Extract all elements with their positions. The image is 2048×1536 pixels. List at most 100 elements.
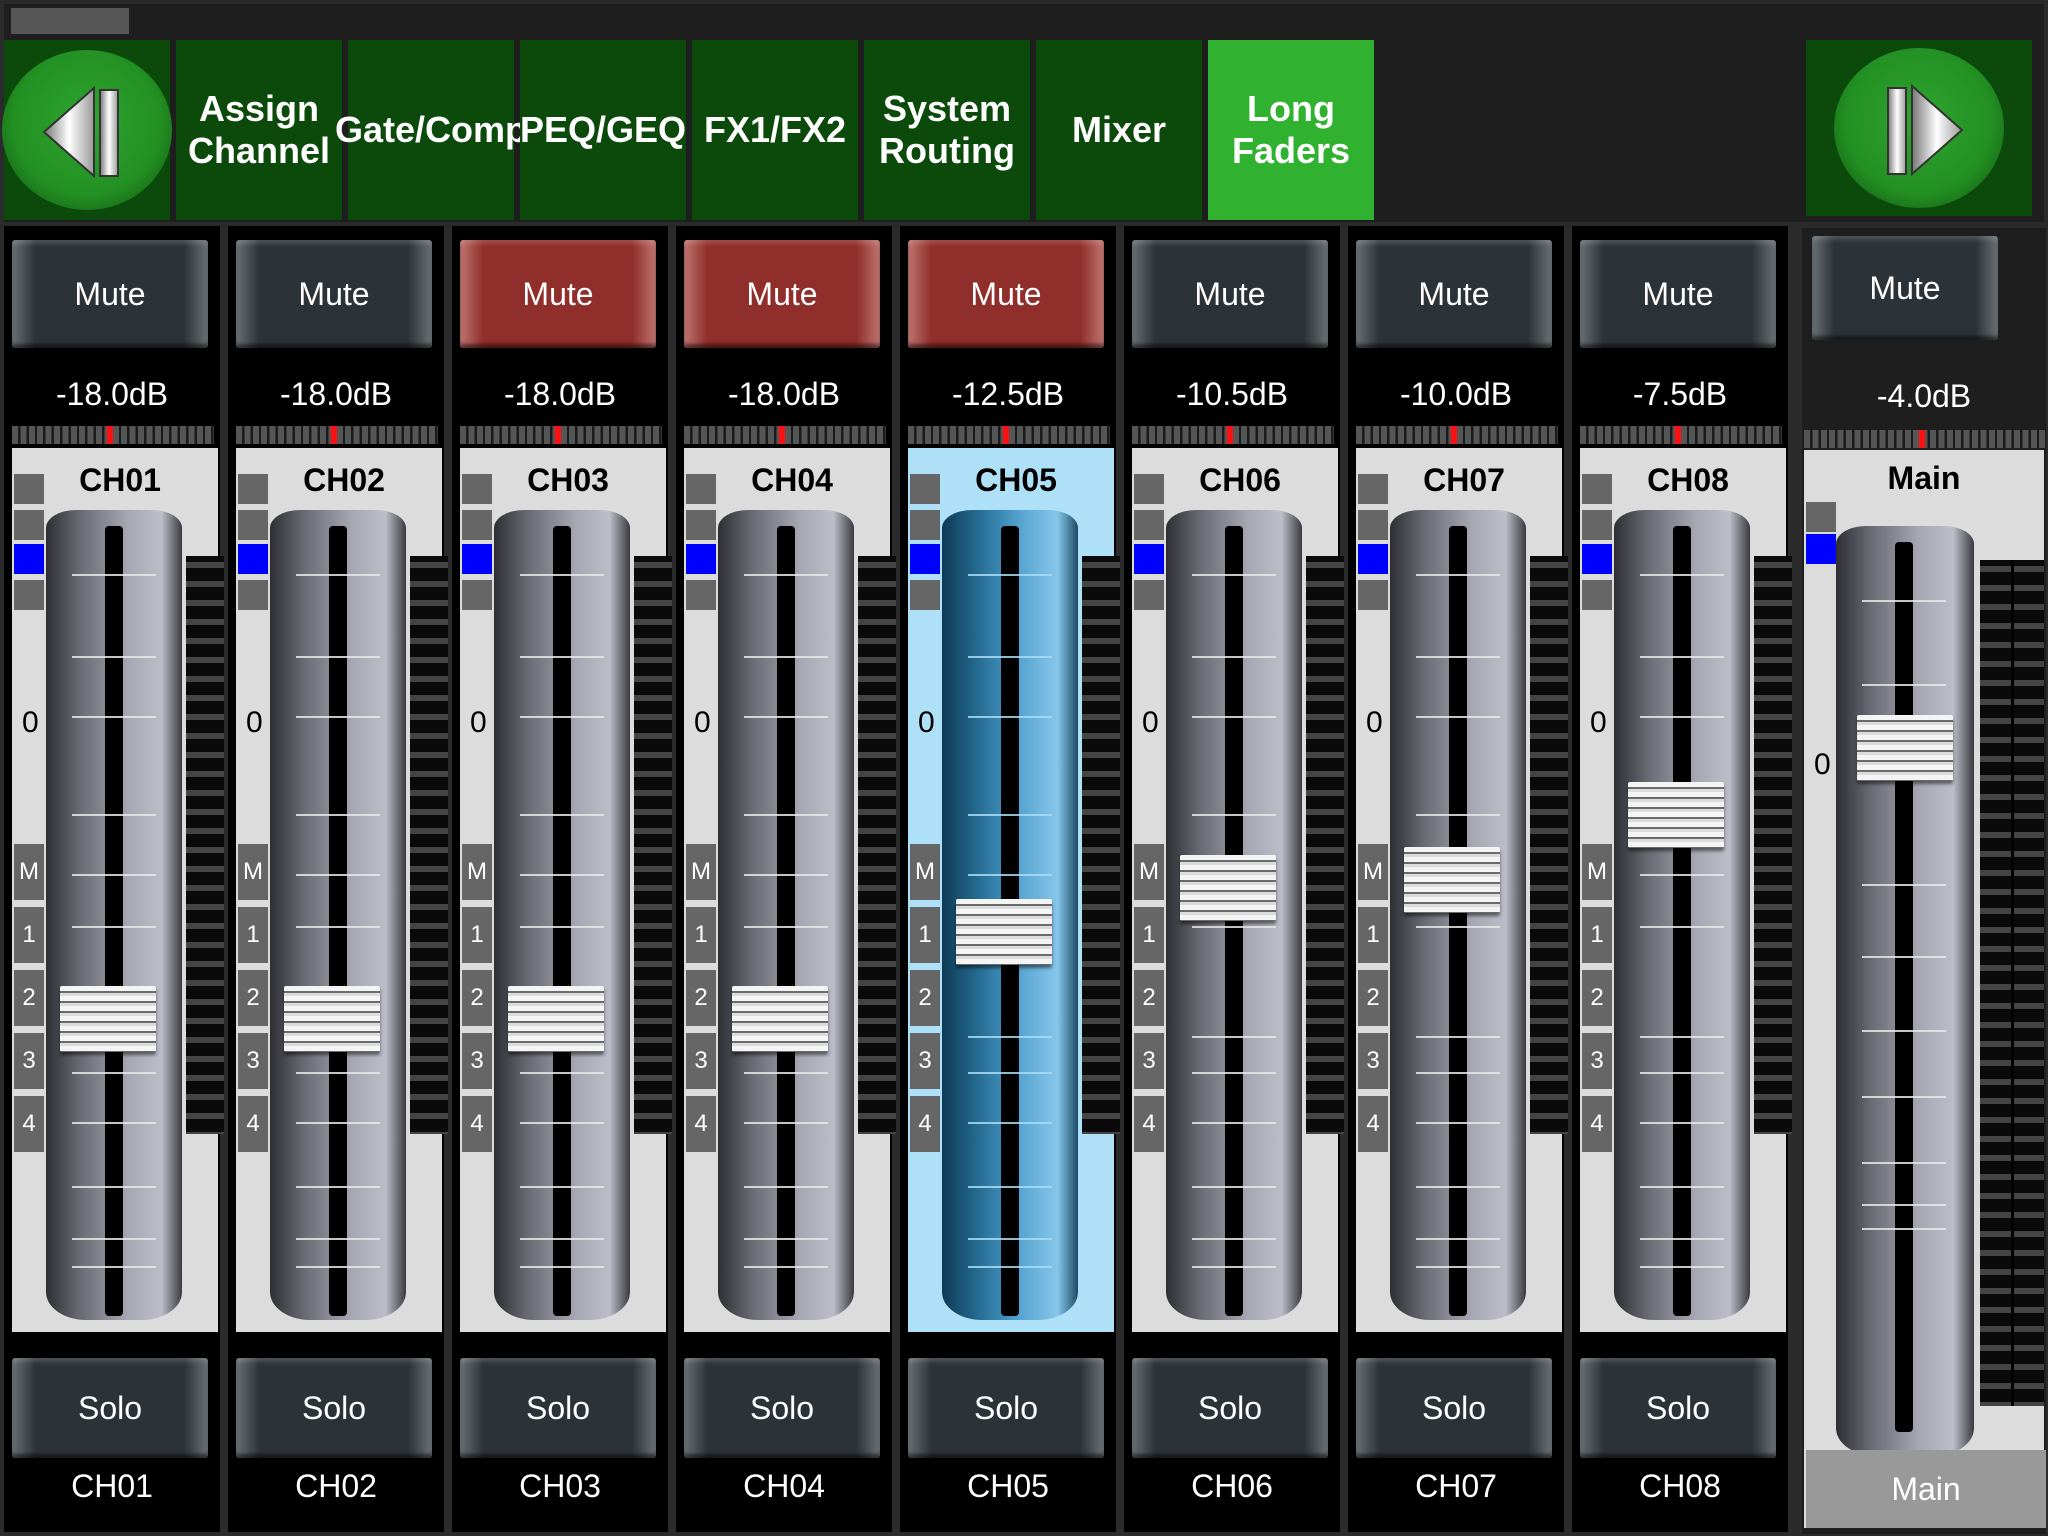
assign-square[interactable] [238,510,268,540]
tab-assign-channel[interactable]: Assign Channel [176,40,342,220]
tab-long-faders[interactable]: Long Faders [1208,40,1374,220]
bus-button-1[interactable]: 1 [14,907,44,963]
fader-knob[interactable] [1404,847,1500,914]
assign-square[interactable] [14,474,44,504]
assign-square[interactable] [1134,510,1164,540]
fader-knob[interactable] [956,898,1052,965]
pan-slider[interactable] [12,426,214,444]
assign-square[interactable] [1134,474,1164,504]
bus-button-1[interactable]: 1 [1358,907,1388,963]
bus-button-3[interactable]: 3 [1358,1033,1388,1089]
solo-button[interactable]: Solo [460,1358,656,1458]
prev-page-button[interactable] [2,40,172,220]
bus-button-3[interactable]: 3 [1582,1033,1612,1089]
pan-slider[interactable] [460,426,662,444]
solo-button[interactable]: Solo [236,1358,432,1458]
assign-square[interactable] [1582,510,1612,540]
bus-button-m[interactable]: M [462,844,492,900]
fader-knob[interactable] [1180,854,1276,921]
mute-button[interactable]: Mute [1580,240,1776,348]
assign-square-selected[interactable] [1806,534,1836,564]
assign-square-selected[interactable] [686,544,716,574]
solo-button[interactable]: Solo [1580,1358,1776,1458]
main-mute-button[interactable]: Mute [1812,236,1998,340]
bus-button-1[interactable]: 1 [1582,907,1612,963]
fader-track[interactable] [1390,510,1526,1320]
bus-button-1[interactable]: 1 [462,907,492,963]
bus-button-4[interactable]: 4 [1134,1096,1164,1152]
bus-button-2[interactable]: 2 [910,970,940,1026]
bus-button-2[interactable]: 2 [1358,970,1388,1026]
solo-button[interactable]: Solo [12,1358,208,1458]
assign-square[interactable] [238,580,268,610]
assign-square[interactable] [1582,474,1612,504]
assign-square[interactable] [462,510,492,540]
bus-button-2[interactable]: 2 [1134,970,1164,1026]
tab-peq-geq[interactable]: PEQ/GEQ [520,40,686,220]
bus-button-m[interactable]: M [686,844,716,900]
assign-square[interactable] [462,580,492,610]
main-fader-track[interactable] [1836,526,1974,1456]
mute-button[interactable]: Mute [236,240,432,348]
assign-square-selected[interactable] [1358,544,1388,574]
fader-knob[interactable] [1628,781,1724,848]
assign-square-selected[interactable] [14,544,44,574]
bus-button-1[interactable]: 1 [686,907,716,963]
fader-knob[interactable] [284,986,380,1053]
fader-track[interactable] [494,510,630,1320]
mute-button[interactable]: Mute [908,240,1104,348]
assign-square[interactable] [1582,580,1612,610]
bus-button-1[interactable]: 1 [238,907,268,963]
bus-button-4[interactable]: 4 [686,1096,716,1152]
main-fader-knob[interactable] [1857,714,1953,781]
bus-button-3[interactable]: 3 [1134,1033,1164,1089]
bus-button-1[interactable]: 1 [910,907,940,963]
bus-button-3[interactable]: 3 [14,1033,44,1089]
bus-button-4[interactable]: 4 [238,1096,268,1152]
pan-slider[interactable] [1580,426,1782,444]
assign-square-selected[interactable] [238,544,268,574]
assign-square[interactable] [910,474,940,504]
assign-square[interactable] [686,474,716,504]
bus-button-3[interactable]: 3 [910,1033,940,1089]
mute-button[interactable]: Mute [684,240,880,348]
bus-button-4[interactable]: 4 [1582,1096,1612,1152]
mute-button[interactable]: Mute [1132,240,1328,348]
tab-mixer[interactable]: Mixer [1036,40,1202,220]
bus-button-1[interactable]: 1 [1134,907,1164,963]
solo-button[interactable]: Solo [908,1358,1104,1458]
bus-button-m[interactable]: M [238,844,268,900]
bus-button-4[interactable]: 4 [910,1096,940,1152]
fader-knob[interactable] [60,986,156,1053]
tab-fx1-fx2[interactable]: FX1/FX2 [692,40,858,220]
bus-button-2[interactable]: 2 [686,970,716,1026]
bus-button-4[interactable]: 4 [14,1096,44,1152]
fader-track[interactable] [46,510,182,1320]
assign-square-selected[interactable] [462,544,492,574]
bus-button-4[interactable]: 4 [1358,1096,1388,1152]
bus-button-2[interactable]: 2 [1582,970,1612,1026]
tab-gate-comp[interactable]: Gate/Comp [335,40,527,220]
tab-system-routing[interactable]: System Routing [864,40,1030,220]
next-page-button[interactable] [1806,40,2032,216]
fader-track[interactable] [1614,510,1750,1320]
bus-button-3[interactable]: 3 [238,1033,268,1089]
bus-button-m[interactable]: M [1582,844,1612,900]
bus-button-m[interactable]: M [14,844,44,900]
assign-square-selected[interactable] [1134,544,1164,574]
assign-square[interactable] [686,510,716,540]
assign-square[interactable] [1358,580,1388,610]
bus-button-m[interactable]: M [1358,844,1388,900]
mute-button[interactable]: Mute [12,240,208,348]
fader-knob[interactable] [508,986,604,1053]
assign-square-selected[interactable] [1582,544,1612,574]
bus-button-m[interactable]: M [910,844,940,900]
pan-slider[interactable] [908,426,1110,444]
pan-slider[interactable] [684,426,886,444]
assign-square[interactable] [1358,474,1388,504]
bus-button-3[interactable]: 3 [686,1033,716,1089]
mute-button[interactable]: Mute [1356,240,1552,348]
assign-square[interactable] [14,580,44,610]
mute-button[interactable]: Mute [460,240,656,348]
pan-slider[interactable] [236,426,438,444]
